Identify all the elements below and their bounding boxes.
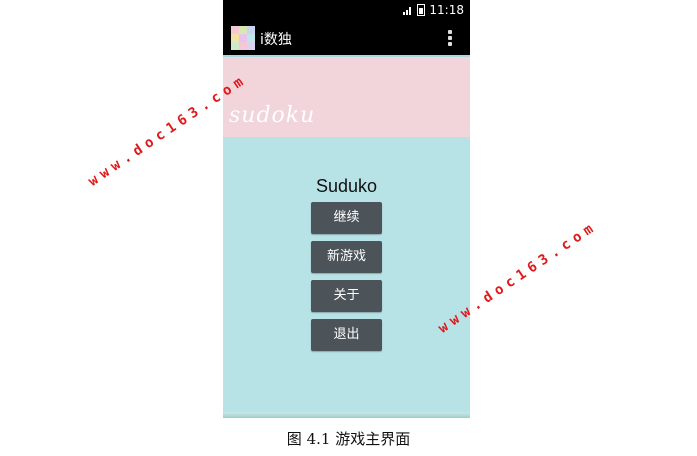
battery-icon (417, 4, 426, 16)
banner: sudoku (223, 57, 470, 137)
phone-screen: 11:18 i数独 sudoku Suduko 继续 新游戏 关于 退出 (223, 0, 470, 418)
overflow-menu-icon[interactable] (448, 30, 452, 46)
game-title: Suduko (315, 176, 378, 196)
figure-caption: 图 4.1 游戏主界面 (286, 430, 411, 448)
status-time: 11:18 (429, 3, 464, 17)
exit-button[interactable]: 退出 (311, 319, 382, 351)
signal-icon (403, 5, 413, 15)
new-game-button[interactable]: 新游戏 (311, 241, 382, 273)
about-button[interactable]: 关于 (311, 280, 382, 312)
bottom-edge (223, 412, 470, 418)
app-title: i数独 (260, 32, 292, 48)
continue-button[interactable]: 继续 (311, 202, 382, 234)
status-icons: 11:18 (403, 3, 464, 17)
sudoku-grid-icon[interactable] (231, 26, 255, 50)
main-menu: Suduko 继续 新游戏 关于 退出 (223, 137, 470, 412)
status-bar: 11:18 (223, 0, 470, 20)
action-bar: i数独 (223, 20, 470, 57)
banner-text: sudoku (229, 103, 316, 128)
